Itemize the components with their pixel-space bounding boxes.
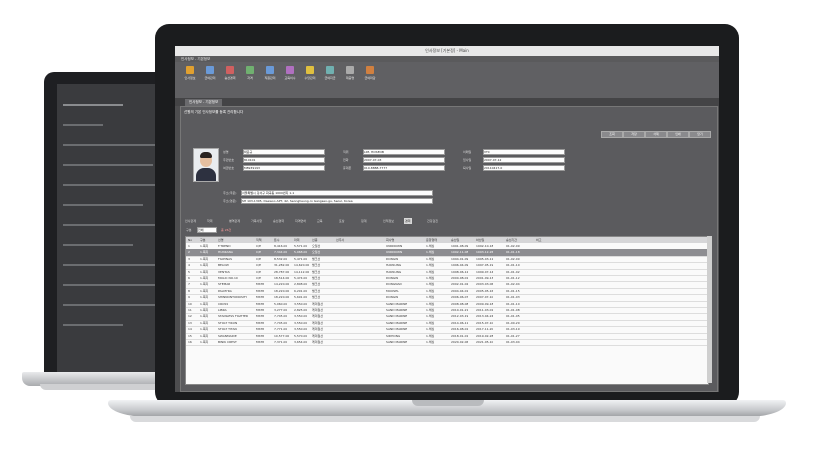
toolbar: 인사정보 급여관리 승선경력 자격 직원관리 교육이수 수당관리 급여지급 제증명 급여마감 xyxy=(175,62,719,98)
inner-tab-4[interactable]: 승선경력 xyxy=(272,218,285,224)
field-label: 여권번호 xyxy=(223,166,235,170)
field-value[interactable]: M8939193 xyxy=(243,165,325,171)
menu-label[interactable]: 인사정보 - 기본정보 xyxy=(181,57,210,61)
table-cell: SAND MARINE xyxy=(386,340,408,344)
inner-tab-10[interactable]: 경력 xyxy=(404,218,412,224)
tab-strip: 인사정보 - 기본정보 xyxy=(175,98,719,106)
field-value[interactable]: 810101 xyxy=(243,157,325,163)
inner-tab-8[interactable]: 징계 xyxy=(360,218,368,224)
inner-tab-9[interactable]: 인적정보 xyxy=(382,218,395,224)
toolbar-item-2[interactable]: 승선경력 xyxy=(221,66,239,80)
toolbar-item-label: 급여관리 xyxy=(204,76,216,80)
inner-tab-11[interactable]: 건강검진 xyxy=(426,218,439,224)
address-field[interactable]: 서울특별시 강서구 화곡동 1000번지 1-1 xyxy=(241,190,433,196)
toolbar-item-5[interactable]: 교육이수 xyxy=(281,66,299,80)
field-label: 입사일 xyxy=(463,158,472,162)
field-value[interactable]: 20110417-0 xyxy=(483,165,565,171)
toolbar-item-9[interactable]: 급여마감 xyxy=(361,66,379,80)
toolbar-item-4[interactable]: 직원관리 xyxy=(261,66,279,80)
table-cell: 01-03-04 xyxy=(506,340,520,344)
data-grid: No 구분 선명 직책 톤수 마력 선종 선주사 회사명 운항형태 승선일 하선일 승선기간 비고 1 1.… xyxy=(185,236,709,385)
inner-tab-6[interactable]: 교육 xyxy=(316,218,324,224)
grid-scrollbar[interactable] xyxy=(707,236,712,383)
field-value[interactable]: 2007-07-03 xyxy=(363,157,445,163)
table-cell: 2021-05-10 xyxy=(476,340,494,344)
toolbar-item-7[interactable]: 급여지급 xyxy=(321,66,339,80)
toolbar-item-8[interactable]: 제증명 xyxy=(341,66,359,80)
laptop-shadow xyxy=(130,416,760,422)
toolbar-item-label: 수당관리 xyxy=(304,76,316,80)
table-cell: 7,371.00 xyxy=(274,340,288,344)
inner-tab-7[interactable]: 포상 xyxy=(338,218,346,224)
field-value[interactable]: 010-8888-7777 xyxy=(363,165,445,171)
panel-title: 선원의 기본 인사정보를 등록 관리합니다 xyxy=(184,110,244,114)
table-cell: 3,654.00 xyxy=(294,340,308,344)
toolbar-item-6[interactable]: 수당관리 xyxy=(301,66,319,80)
table-cell: BINIK CREST xyxy=(218,340,237,344)
filter-label: 구분 xyxy=(186,228,192,232)
address-label: 주소(국문) xyxy=(223,191,237,195)
panel-button-4[interactable]: 닫기 xyxy=(689,131,711,138)
toolbar-item-label: 승선경력 xyxy=(224,76,236,80)
employee-photo xyxy=(193,148,219,182)
inner-tab-3[interactable]: 가족사항 xyxy=(250,218,263,224)
pay-icon xyxy=(326,66,334,74)
table-cell: 2020-02-06 xyxy=(451,340,469,344)
main-panel: 선원의 기본 인사정보를 등록 관리합니다 조회 저장 삭제 인쇄 닫기 성명 박윤규주민… xyxy=(180,106,718,392)
inner-tab-5[interactable]: 자격면허 xyxy=(294,218,307,224)
book-icon xyxy=(286,66,294,74)
coin-icon xyxy=(306,66,314,74)
field-value[interactable]: 박윤규 xyxy=(243,149,325,155)
inner-tab-2[interactable]: 병역관계 xyxy=(228,218,241,224)
field-label: 전화 xyxy=(343,158,349,162)
field-label: 주민번호 xyxy=(223,158,235,162)
inner-tab-strip: 인사관계 학력 병역관계 가족사항 승선경력 자격면허 교육 포상 징계 인적정보 경력 건강검진 xyxy=(184,218,714,224)
ship-icon xyxy=(226,66,234,74)
table-cell: 16 xyxy=(188,340,192,344)
toolbar-item-3[interactable]: 자격 xyxy=(241,66,259,80)
field-value[interactable]: 2007-07-12 xyxy=(483,157,565,163)
table-row[interactable]: 16 1.목자 BINIK CREST MSTR 7,371.00 3,654.00 케미컬… xyxy=(186,339,708,347)
laptop-screen: 인사정보 [기본정] - Main 인사정보 - 기본정보 인사정보 급여관리 승선… xyxy=(175,46,719,392)
record-count: 총 26건 xyxy=(221,228,232,232)
field-label: 성명 xyxy=(223,150,229,154)
laptop-notch xyxy=(412,400,484,406)
toolbar-item-label: 급여마감 xyxy=(364,76,376,80)
table-cell: MSTR xyxy=(256,340,265,344)
print-icon xyxy=(346,66,354,74)
field-label: 휴대폰 xyxy=(343,166,352,170)
field-value[interactable]: LIM, HOSEOB xyxy=(363,149,445,155)
toolbar-item-1[interactable]: 급여관리 xyxy=(201,66,219,80)
address-en-field[interactable]: SH 103-1305, Daewoo APT, 42, Seongheung-… xyxy=(241,198,433,204)
table-cell: 1.해상 xyxy=(426,340,435,344)
inner-tab-0[interactable]: 인사관계 xyxy=(184,218,197,224)
toolbar-item-0[interactable]: 인사정보 xyxy=(181,66,199,80)
doc-icon xyxy=(206,66,214,74)
panel-button-2[interactable]: 삭제 xyxy=(645,131,667,138)
window-title: 인사정보 [기본정] - Main xyxy=(175,46,719,56)
table-cell: 1.목자 xyxy=(200,340,209,344)
panel-button-0[interactable]: 조회 xyxy=(601,131,623,138)
address-en-label: 주소(영문) xyxy=(223,199,237,203)
toolbar-item-label: 교육이수 xyxy=(284,76,296,80)
toolbar-item-label: 인사정보 xyxy=(184,76,196,80)
field-label: 이메일 xyxy=(463,150,472,154)
toolbar-item-label: 제증명 xyxy=(345,76,355,80)
id-icon xyxy=(266,66,274,74)
toolbar-item-label: 자격 xyxy=(247,76,253,80)
person-icon xyxy=(186,66,194,74)
field-label: 직위 xyxy=(343,150,349,154)
cert-icon xyxy=(246,66,254,74)
field-label: 퇴사일 xyxy=(463,166,472,170)
inner-tab-1[interactable]: 학력 xyxy=(206,218,214,224)
lock-icon xyxy=(366,66,374,74)
table-cell: 케미컬선 xyxy=(312,340,324,344)
toolbar-item-label: 직원관리 xyxy=(264,76,276,80)
tab-active[interactable]: 인사정보 - 기본정보 xyxy=(185,99,223,106)
panel-button-1[interactable]: 저장 xyxy=(623,131,645,138)
panel-button-3[interactable]: 인쇄 xyxy=(667,131,689,138)
field-value[interactable]: VTC xyxy=(483,149,565,155)
filter-select[interactable]: 전체 xyxy=(197,227,217,233)
toolbar-item-label: 급여지급 xyxy=(324,76,336,80)
